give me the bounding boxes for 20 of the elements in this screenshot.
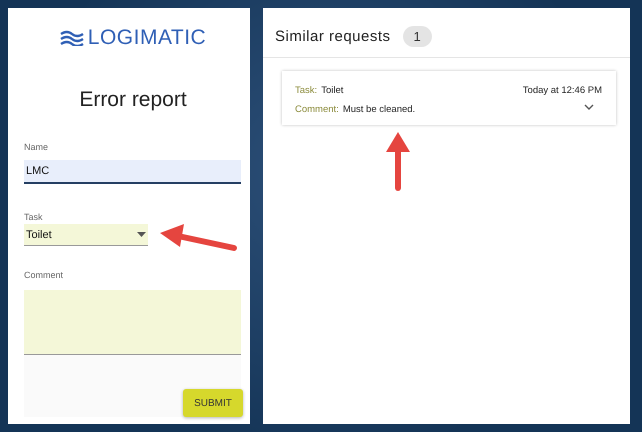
field-label: Comment xyxy=(24,270,64,280)
form-title: Error report xyxy=(78,88,188,112)
name-field[interactable]: LMC xyxy=(24,160,241,184)
submit-button[interactable]: SUBMIT xyxy=(183,389,243,417)
count-badge: 1 xyxy=(402,26,432,47)
logo-text: LOGIMATIC xyxy=(88,26,206,50)
comment-field[interactable] xyxy=(24,290,241,355)
request-time: Today at 12:46 PM xyxy=(522,85,602,96)
chevron-icon[interactable] xyxy=(584,104,594,110)
arrow-annotation xyxy=(386,132,410,191)
field-label: Task xyxy=(24,212,44,222)
waves-icon xyxy=(60,30,84,46)
caret-icon xyxy=(137,232,146,237)
comment-value: Must be cleaned. xyxy=(342,104,416,115)
task-value: Toilet xyxy=(321,85,344,96)
panel-title: Similar requests xyxy=(275,28,391,45)
task-dropdown[interactable]: Toilet xyxy=(24,224,148,246)
comment-label: Comment: xyxy=(295,104,339,115)
field-label: Name xyxy=(24,142,50,152)
task-label: Task: xyxy=(295,85,318,96)
